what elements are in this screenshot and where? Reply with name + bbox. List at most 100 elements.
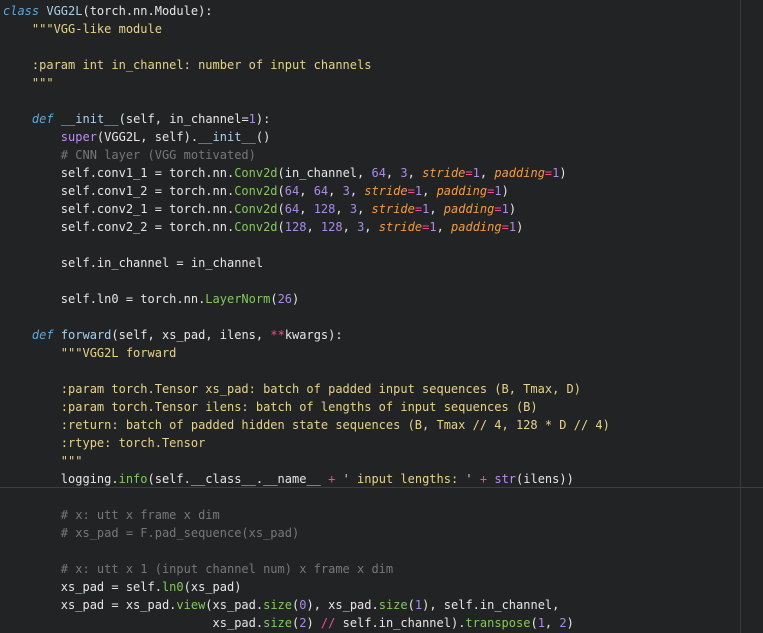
code-token: """ xyxy=(3,76,54,90)
code-token: """ xyxy=(3,454,83,468)
code-token: Conv2d xyxy=(234,166,278,180)
code-line[interactable]: :param torch.Tensor ilens: batch of leng… xyxy=(3,398,538,416)
code-token: xs_pad. xyxy=(3,616,264,630)
code-token: self.ln0 = torch.nn. xyxy=(3,292,206,306)
code-line[interactable]: xs_pad = self.ln0(xs_pad) xyxy=(3,578,242,596)
code-token: def xyxy=(31,112,54,126)
code-token: ( xyxy=(277,202,285,216)
code-token: """VGG-like module xyxy=(3,22,162,36)
code-line[interactable]: """ xyxy=(3,452,83,470)
code-line[interactable]: :return: batch of padded hidden state se… xyxy=(3,416,610,434)
code-token: 26 xyxy=(277,292,293,306)
code-line[interactable]: self.in_channel = in_channel xyxy=(3,254,263,272)
code-token: 1 xyxy=(494,184,502,198)
code-line[interactable]: """VGG2L forward xyxy=(3,344,177,362)
code-line[interactable]: # CNN layer (VGG motivated) xyxy=(3,146,256,164)
code-line[interactable]: """VGG-like module xyxy=(3,20,162,38)
code-token: , xyxy=(385,166,401,180)
code-token: 3 xyxy=(349,202,358,216)
code-token: padding xyxy=(451,220,502,234)
code-token: 128 xyxy=(284,220,307,234)
code-token: (xs_pad) xyxy=(183,580,242,594)
code-token: self.conv1_1 = torch.nn. xyxy=(3,166,235,180)
code-token: ) xyxy=(516,220,524,234)
code-token: (torch.nn.Module): xyxy=(82,4,213,18)
code-token: stride xyxy=(364,184,408,198)
code-line[interactable]: self.conv2_2 = torch.nn.Conv2d(128, 128,… xyxy=(3,218,524,236)
code-token: , xyxy=(364,220,379,234)
right-margin-guide xyxy=(740,0,741,633)
code-token: 64 xyxy=(284,202,300,216)
code-token: 64 xyxy=(371,166,386,180)
code-editor[interactable]: class VGG2L(torch.nn.Module): """VGG-lik… xyxy=(0,0,763,633)
code-line[interactable]: # x: utt x frame x dim xyxy=(3,506,220,524)
code-token: :return: batch of padded hidden state se… xyxy=(3,418,610,432)
code-token: 64 xyxy=(313,184,329,198)
code-token: ): xyxy=(255,112,271,126)
code-line[interactable]: super(VGG2L, self).__init__() xyxy=(3,128,271,146)
code-token: () xyxy=(255,130,271,144)
code-line[interactable]: def __init__(self, in_channel=1): xyxy=(3,110,270,128)
code-line[interactable]: :param int in_channel: number of input c… xyxy=(3,56,372,74)
code-line[interactable]: self.conv2_1 = torch.nn.Conv2d(64, 128, … xyxy=(3,200,516,218)
code-token: , xyxy=(335,202,350,216)
code-token: ** xyxy=(270,328,285,342)
code-token: , xyxy=(299,184,314,198)
code-token: # CNN layer (VGG motivated) xyxy=(3,148,256,162)
code-token: ) xyxy=(508,202,517,216)
code-token: ), self.in_channel, xyxy=(422,598,560,612)
code-token: kwargs): xyxy=(284,328,343,342)
code-token: 1 xyxy=(508,220,517,234)
code-token: , xyxy=(422,184,437,198)
code-token: 1 xyxy=(414,598,423,612)
current-line-indicator xyxy=(0,487,763,488)
code-token: Conv2d xyxy=(234,184,278,198)
code-line[interactable]: class VGG2L(torch.nn.Module): xyxy=(3,2,213,20)
code-token: transpose xyxy=(465,616,531,630)
code-token: (self, xs_pad, ilens, xyxy=(111,328,271,342)
code-line[interactable]: :rtype: torch.Tensor xyxy=(3,434,206,452)
code-line[interactable]: xs_pad = xs_pad.view(xs_pad.size(0), xs_… xyxy=(3,596,560,614)
code-token: self.conv2_1 = torch.nn. xyxy=(3,202,235,216)
code-token: ) xyxy=(559,166,567,180)
code-line[interactable]: # xs_pad = F.pad_sequence(xs_pad) xyxy=(3,524,299,542)
code-token: , xyxy=(357,202,372,216)
code-token: 1 xyxy=(429,220,437,234)
code-token: __init__ xyxy=(60,112,119,126)
code-token: (self.__class__.__name__ xyxy=(147,472,329,486)
code-token: super xyxy=(60,130,97,144)
code-token: , xyxy=(479,166,495,180)
code-token: ) xyxy=(306,616,321,630)
code-token: (xs_pad. xyxy=(205,598,264,612)
code-token: 2 xyxy=(559,616,567,630)
code-token: self.conv1_2 = torch.nn. xyxy=(3,184,235,198)
code-line[interactable]: """ xyxy=(3,74,54,92)
code-line[interactable]: self.conv1_1 = torch.nn.Conv2d(in_channe… xyxy=(3,164,567,182)
code-line[interactable]: logging.info(self.__class__.__name__ + '… xyxy=(3,470,574,488)
code-token: str xyxy=(494,472,517,486)
code-token: , xyxy=(429,202,444,216)
code-token: 1 xyxy=(501,202,509,216)
code-token: size xyxy=(263,616,292,630)
code-token: (self, in_channel= xyxy=(118,112,249,126)
code-token: self.in_channel = in_channel xyxy=(3,256,264,270)
code-token: // xyxy=(320,616,336,630)
code-token: :rtype: torch.Tensor xyxy=(3,436,206,450)
code-token: xs_pad = xs_pad. xyxy=(3,598,177,612)
code-line[interactable]: # x: utt x 1 (input channel num) x frame… xyxy=(3,560,393,578)
code-line[interactable]: self.ln0 = torch.nn.LayerNorm(26) xyxy=(3,290,299,308)
code-line[interactable]: :param torch.Tensor xs_pad: batch of pad… xyxy=(3,380,581,398)
code-token: , xyxy=(299,202,314,216)
code-token: forward xyxy=(60,328,112,342)
code-line[interactable]: xs_pad.size (2) // self.in_channel).trans… xyxy=(3,614,574,632)
code-token: info xyxy=(118,472,148,486)
code-token: , xyxy=(407,166,423,180)
code-line[interactable]: def forward(self, xs_pad, ilens, **kwarg… xyxy=(3,326,343,344)
code-token: = xyxy=(465,166,473,180)
code-line[interactable]: self.conv1_2 = torch.nn.Conv2d(64, 64, 3… xyxy=(3,182,509,200)
code-token: # xs_pad = F.pad_sequence(xs_pad) xyxy=(3,526,300,540)
